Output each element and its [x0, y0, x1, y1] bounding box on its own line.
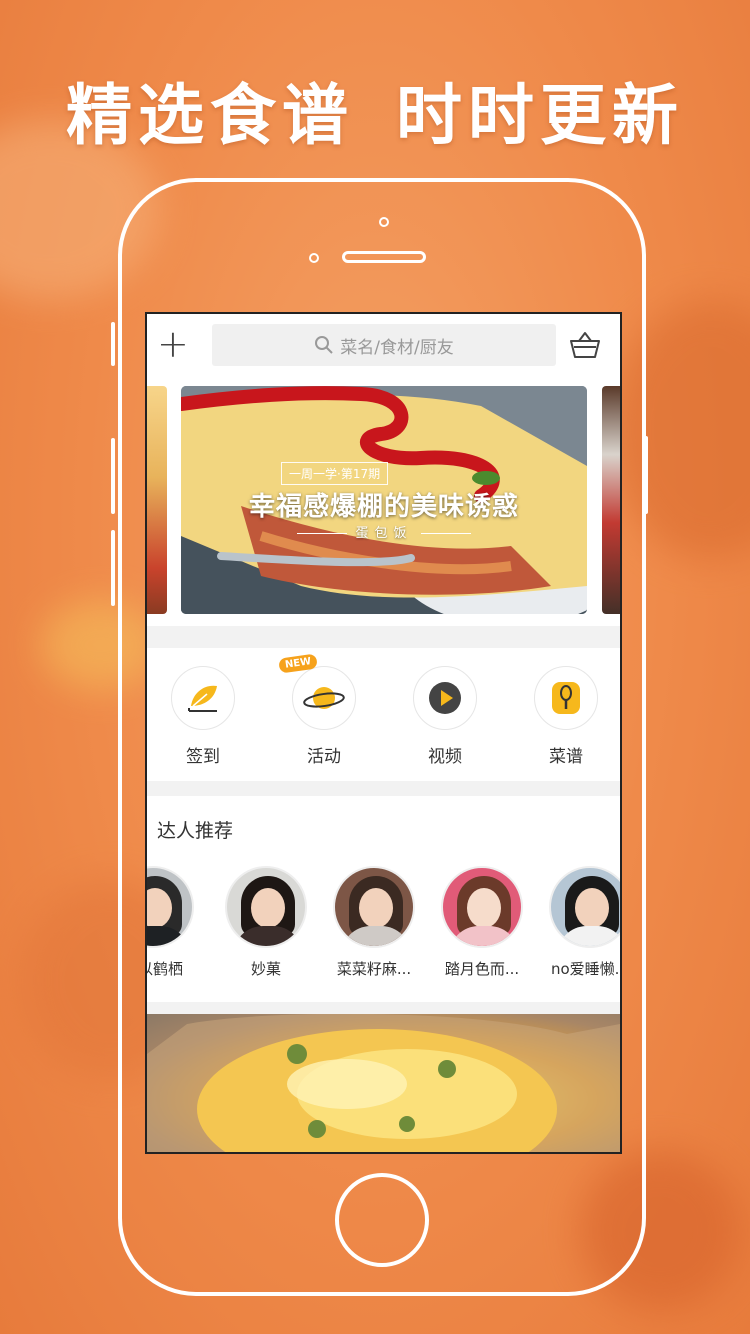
phone-volume-up	[111, 438, 115, 514]
avatar	[147, 866, 194, 948]
quick-checkin-label: 签到	[186, 747, 220, 767]
recipe-feed-card[interactable]	[147, 1014, 620, 1152]
headline-left: 精选食谱	[66, 77, 354, 154]
phone-sensor	[309, 253, 319, 263]
events-icon-circle	[292, 666, 356, 730]
quick-events-label: 活动	[307, 747, 341, 767]
search-input[interactable]: 菜名/食材/厨友	[212, 324, 556, 366]
expert-item[interactable]: 菜菜籽麻...	[326, 866, 422, 979]
app-screen: + 菜名/食材/厨友 一周一学·第17期 幸福感爆棚的美味诱惑 蛋包饭 签到 活…	[145, 312, 622, 1154]
videos-icon-circle	[413, 666, 477, 730]
basket-icon[interactable]	[569, 330, 601, 360]
avatar	[333, 866, 415, 948]
quick-checkin[interactable]: 签到	[163, 666, 243, 767]
play-icon	[429, 682, 461, 714]
carousel-prev-slide[interactable]	[147, 386, 167, 614]
search-placeholder: 菜名/食材/厨友	[340, 337, 454, 358]
banner-title: 幸福感爆棚的美味诱惑	[248, 492, 519, 522]
phone-side-button	[111, 322, 115, 366]
avatar	[441, 866, 523, 948]
checkin-icon-circle	[171, 666, 235, 730]
phone-home-button[interactable]	[335, 1173, 429, 1267]
quick-recipes[interactable]: 菜谱	[526, 666, 606, 767]
search-icon	[315, 336, 333, 354]
expert-name: 踏月色而...	[444, 960, 520, 978]
expert-recommendations: 达人推荐 栖以鹤栖 妙菓 菜菜籽麻...	[147, 796, 620, 1002]
banner-carousel[interactable]: 一周一学·第17期 幸福感爆棚的美味诱惑 蛋包饭	[147, 376, 620, 626]
expert-name: no爱睡懒...	[551, 960, 622, 978]
headline-right: 时时更新	[396, 77, 684, 154]
recipe-whisk-icon	[552, 682, 580, 714]
quick-recipes-label: 菜谱	[549, 747, 583, 767]
avatar	[549, 866, 620, 948]
expert-item[interactable]: 妙菓	[218, 866, 314, 979]
feather-checkin-icon	[188, 685, 217, 712]
add-icon[interactable]: +	[157, 325, 189, 363]
quick-videos-label: 视频	[428, 747, 462, 767]
top-bar: + 菜名/食材/厨友	[147, 314, 620, 376]
carousel-next-slide[interactable]	[602, 386, 620, 614]
expert-item[interactable]: 栖以鹤栖	[147, 866, 201, 979]
banner-issue-tag: 一周一学·第17期	[281, 462, 389, 485]
phone-volume-down	[111, 530, 115, 606]
expert-name: 栖以鹤栖	[147, 960, 183, 978]
promo-headline: 精选食谱 时时更新	[0, 62, 750, 158]
avatar	[225, 866, 307, 948]
phone-speaker	[342, 251, 426, 263]
quick-events[interactable]: 活动	[284, 666, 364, 767]
expert-item[interactable]: 踏月色而...	[434, 866, 530, 979]
phone-camera	[379, 217, 389, 227]
expert-name: 菜菜籽麻...	[336, 960, 412, 978]
quick-videos[interactable]: 视频	[405, 666, 485, 767]
recipes-icon-circle	[534, 666, 598, 730]
expert-name: 妙菓	[250, 960, 281, 978]
section-title: 达人推荐	[157, 820, 234, 842]
feed-food-image	[147, 1014, 620, 1152]
quick-actions: 签到 活动 NEW 视频 菜谱	[147, 648, 620, 781]
planet-icon	[303, 687, 345, 709]
carousel-current-slide[interactable]: 一周一学·第17期 幸福感爆棚的美味诱惑 蛋包饭	[181, 386, 587, 614]
phone-power-button	[644, 436, 648, 514]
banner-subtitle: 蛋包饭	[181, 522, 587, 541]
expert-item[interactable]: no爱睡懒...	[542, 866, 622, 979]
